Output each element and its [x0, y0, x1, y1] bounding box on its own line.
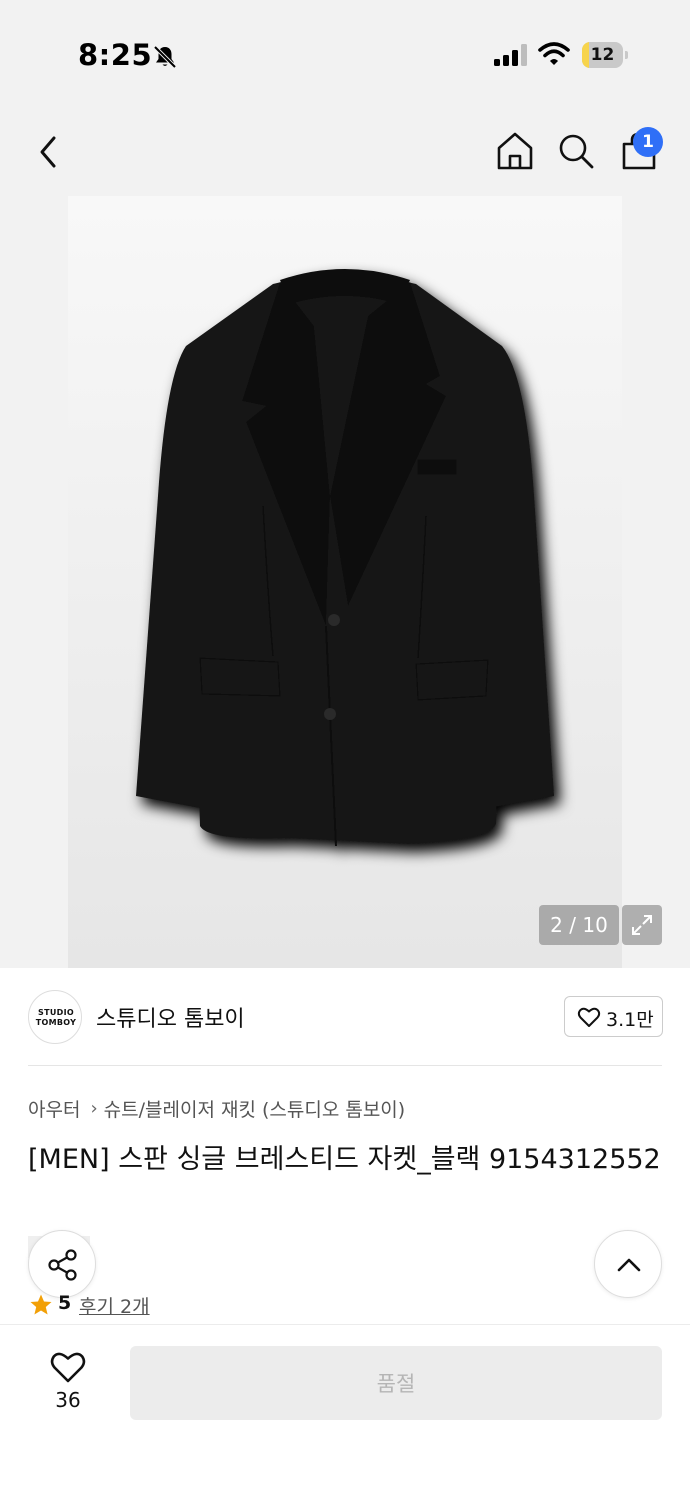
heart-outline-icon: [577, 1007, 601, 1027]
product-image[interactable]: [68, 196, 622, 968]
battery-icon: 12: [582, 42, 628, 68]
expand-image-button[interactable]: [622, 905, 662, 945]
scroll-top-button[interactable]: [594, 1230, 662, 1298]
bottom-bar-divider: [0, 1324, 690, 1325]
image-counter: 2 / 10: [539, 905, 619, 945]
battery-level: 12: [590, 45, 615, 65]
brand-logo-text: STUDIO: [38, 1008, 74, 1017]
brand-logo[interactable]: STUDIO TOMBOY: [28, 990, 82, 1044]
expand-icon: [632, 915, 652, 935]
search-icon[interactable]: [556, 130, 596, 172]
status-time: 8:25: [78, 38, 153, 72]
heart-outline-icon[interactable]: [49, 1350, 87, 1384]
wifi-icon: [538, 42, 570, 65]
review-link[interactable]: 후기 2개: [79, 1292, 150, 1319]
divider: [28, 1065, 662, 1066]
brand-like-button[interactable]: 3.1만: [564, 996, 663, 1037]
product-title: [MEN] 스판 싱글 브레스티드 자켓_블랙 9154312552: [28, 1144, 661, 1175]
chevron-right-icon: ›: [90, 1098, 98, 1119]
back-icon[interactable]: [30, 130, 70, 174]
jacket-photo: [136, 269, 554, 847]
sold-out-button[interactable]: 품절: [130, 1346, 662, 1420]
bell-slash-icon: [153, 45, 177, 69]
breadcrumb-subcategory[interactable]: 슈트/블레이저 재킷 (스튜디오 톰보이): [104, 1095, 406, 1122]
breadcrumb-category[interactable]: 아우터: [28, 1095, 80, 1122]
cart-count-badge[interactable]: 1: [633, 127, 663, 157]
rating-score: 5: [58, 1292, 72, 1314]
brand-name[interactable]: 스튜디오 톰보이: [96, 1001, 245, 1033]
star-icon: [30, 1294, 52, 1315]
status-bar: 8:25 12: [0, 0, 690, 110]
cellular-signal-icon: [494, 44, 527, 66]
breadcrumb: 아우터 › 슈트/블레이저 재킷 (스튜디오 톰보이): [28, 1095, 405, 1122]
share-button[interactable]: [28, 1230, 96, 1298]
brand-like-count: 3.1만: [606, 1009, 654, 1031]
brand-logo-text: TOMBOY: [35, 1018, 77, 1027]
wish-count: 36: [55, 1388, 81, 1412]
home-icon[interactable]: [494, 130, 536, 172]
share-icon: [48, 1249, 77, 1281]
chevron-up-icon: [617, 1258, 641, 1272]
